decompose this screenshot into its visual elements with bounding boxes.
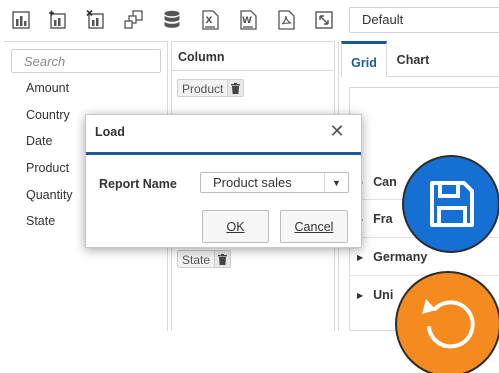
column-chip-product[interactable]: Product [177, 79, 245, 97]
trash-icon[interactable] [227, 80, 244, 96]
svg-text:W: W [242, 16, 252, 26]
grid-row[interactable]: ▶Can [357, 175, 397, 189]
pivot-layout-icon[interactable] [123, 9, 145, 31]
tab-chart[interactable]: Chart [387, 41, 439, 77]
dialog-accent-bar [86, 152, 361, 155]
floppy-disk-icon [430, 181, 474, 227]
bar-chart-icon[interactable] [10, 9, 32, 31]
field-item-amount[interactable]: Amount [26, 81, 73, 108]
grid-row[interactable]: ▶Fra [357, 212, 393, 226]
dialog-title: Load [95, 125, 125, 139]
select-value: Product sales [213, 175, 292, 190]
row-label: Fra [373, 212, 393, 226]
row-label: Uni [373, 288, 394, 302]
fullscreen-icon[interactable] [313, 9, 335, 31]
row-label: Germany [373, 250, 428, 264]
chip-label: State [182, 253, 211, 267]
expand-arrow-icon[interactable]: ▶ [357, 253, 363, 262]
search-input[interactable]: Search [11, 49, 161, 73]
tab-grid[interactable]: Grid [341, 41, 387, 77]
export-excel-icon[interactable]: X [199, 9, 221, 31]
add-measure-icon[interactable] [47, 9, 69, 31]
report-name-select[interactable]: Product sales ▼ [200, 172, 349, 193]
field-item-quantity[interactable]: Quantity [26, 188, 73, 215]
database-icon[interactable] [161, 9, 183, 31]
field-item-state[interactable]: State [26, 214, 73, 241]
column-chip-state[interactable]: State [177, 250, 232, 268]
field-list: Amount Country Date Product Quantity Sta… [26, 81, 73, 241]
cancel-button[interactable]: Cancel [280, 210, 348, 243]
close-icon[interactable]: ✕ [329, 122, 345, 140]
save-button[interactable] [404, 157, 498, 251]
svg-text:X: X [206, 16, 213, 26]
trash-icon[interactable] [214, 251, 231, 267]
row-label: Can [373, 175, 397, 189]
field-item-date[interactable]: Date [26, 134, 73, 161]
grid-row[interactable]: ▶ Germany [357, 250, 427, 264]
divider [172, 70, 334, 71]
ok-button[interactable]: OK [202, 210, 269, 243]
report-name-label: Report Name [99, 177, 177, 191]
divider [387, 76, 499, 77]
field-item-country[interactable]: Country [26, 108, 73, 135]
chevron-down-icon[interactable]: ▼ [324, 173, 348, 192]
report-select[interactable]: Default [349, 7, 499, 33]
field-item-product[interactable]: Product [26, 161, 73, 188]
reload-button[interactable] [397, 273, 499, 373]
chip-label: Product [182, 82, 224, 96]
export-pdf-icon[interactable] [275, 9, 297, 31]
load-dialog: Load ✕ Report Name Product sales ▼ OK Ca… [85, 114, 362, 248]
columns-header: Column [178, 50, 225, 64]
grid-row[interactable]: ▶ Uni [357, 288, 393, 302]
expand-arrow-icon[interactable]: ▶ [357, 291, 363, 300]
toolbar: X W Default [0, 0, 499, 40]
refresh-icon [422, 299, 475, 349]
export-word-icon[interactable]: W [237, 9, 259, 31]
remove-measure-icon[interactable] [85, 9, 107, 31]
